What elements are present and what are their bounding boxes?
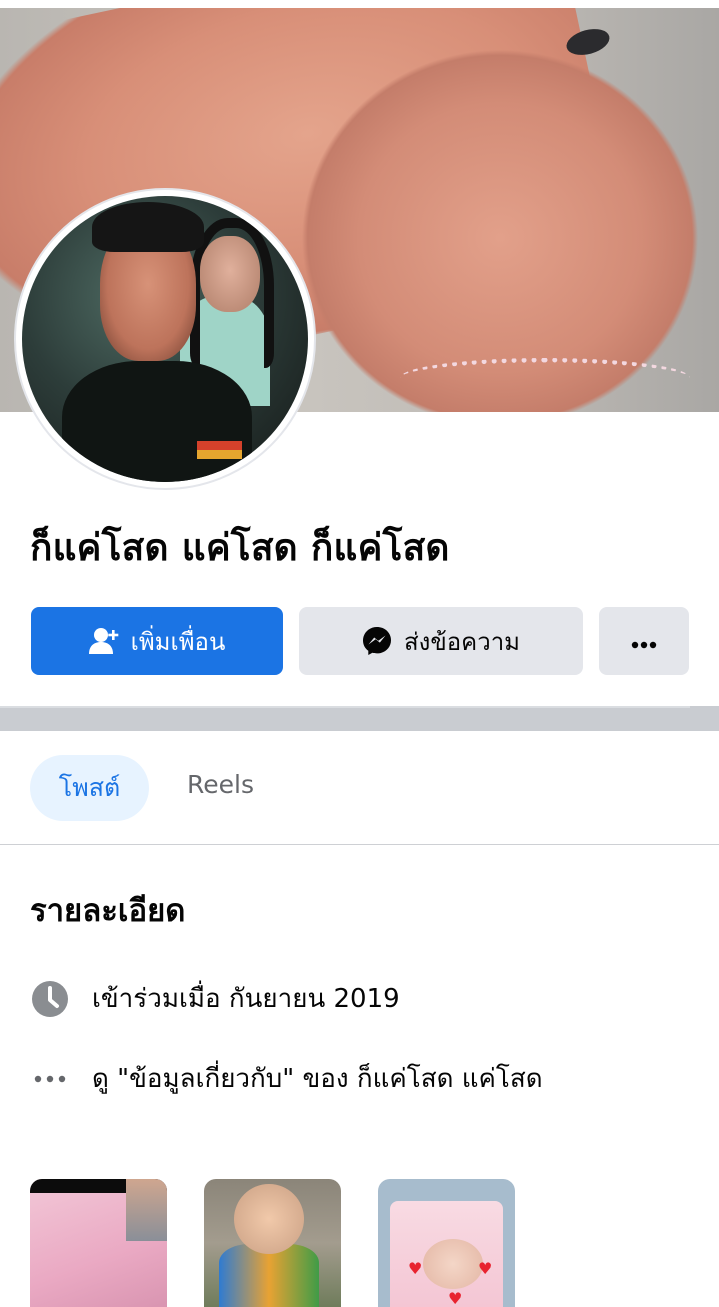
details-heading: รายละเอียด <box>30 893 186 929</box>
add-friend-label: เพิ่มเพื่อน <box>130 627 226 656</box>
cover-hand-right <box>300 48 700 412</box>
about-link-text[interactable]: ดู "ข้อมูลเกี่ยวกับ" ของ ก็แค่โสด แค่โสด <box>92 1058 543 1099</box>
tabs-divider <box>0 844 719 845</box>
top-edge <box>0 0 719 8</box>
ellipsis-icon <box>30 1059 70 1099</box>
more-options-button[interactable] <box>599 607 689 675</box>
avatar-figure-right-face <box>200 236 260 312</box>
clock-icon <box>30 979 70 1019</box>
tab-reels[interactable]: Reels <box>187 770 254 799</box>
profile-avatar[interactable] <box>22 196 308 482</box>
photo-thumbnail-inset <box>126 1179 167 1241</box>
joined-date-text: เข้าร่วมเมื่อ กันยายน 2019 <box>92 984 400 1014</box>
profile-page: ก็แค่โสด แค่โสด ก็แค่โสด เพิ่มเพื่อน ส่ง… <box>0 0 719 1307</box>
photo-child-face <box>234 1184 304 1254</box>
person-add-icon <box>88 627 119 655</box>
add-friend-button[interactable]: เพิ่มเพื่อน <box>31 607 283 675</box>
cover-bracelet <box>400 358 690 398</box>
tab-posts[interactable]: โพสต์ <box>30 755 149 821</box>
heart-icon: ♥ <box>478 1259 493 1278</box>
heart-icon: ♥ <box>448 1289 463 1307</box>
messenger-icon <box>362 626 392 656</box>
profile-name: ก็แค่โสด แค่โสด ก็แค่โสด <box>30 526 450 569</box>
about-link-row[interactable]: ดู "ข้อมูลเกี่ยวกับ" ของ ก็แค่โสด แค่โสด <box>30 1058 543 1099</box>
more-dots-icon <box>631 627 657 655</box>
heart-icon: ♥ <box>408 1259 423 1278</box>
joined-date-row: เข้าร่วมเมื่อ กันยายน 2019 <box>30 978 400 1019</box>
photo-thumbnail[interactable]: ♥ ♥ ♥ <box>378 1179 515 1307</box>
section-divider <box>0 706 719 731</box>
avatar-figure-left-shirt <box>62 361 252 482</box>
photo-baby <box>423 1239 483 1289</box>
photo-thumbnail[interactable] <box>30 1179 167 1307</box>
message-label: ส่งข้อความ <box>403 627 520 656</box>
avatar-figure-left-hair <box>92 202 204 252</box>
avatar-shirt-stripe <box>197 441 242 459</box>
message-button[interactable]: ส่งข้อความ <box>299 607 583 675</box>
photo-thumbnail[interactable] <box>204 1179 341 1307</box>
